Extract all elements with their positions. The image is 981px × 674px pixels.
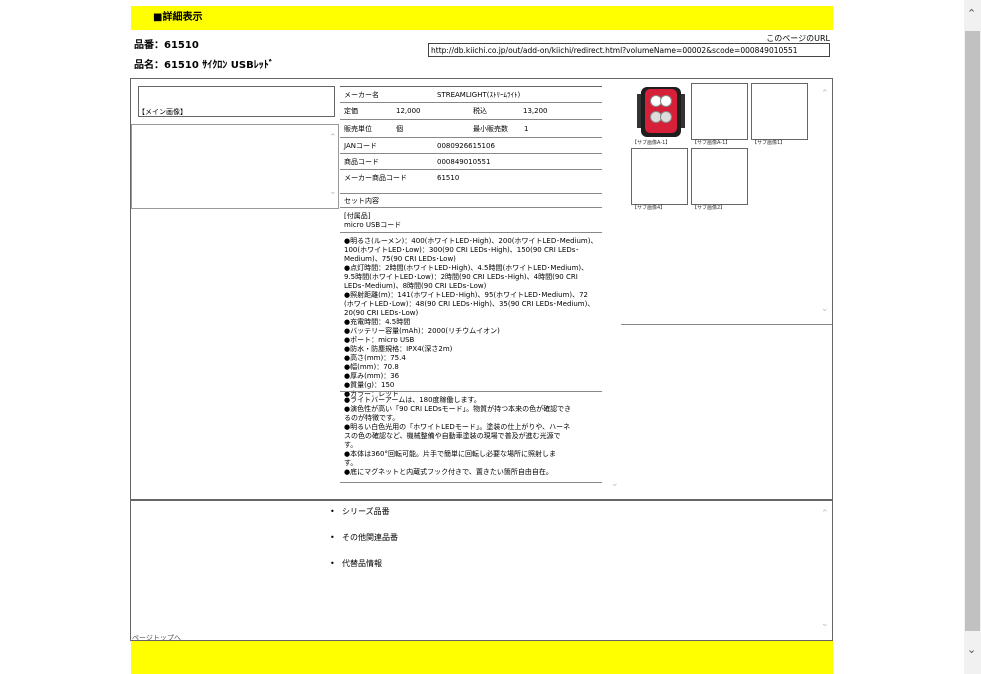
jan-value: 0080926615106 <box>437 142 495 150</box>
scrollbar-thumb[interactable] <box>965 31 980 631</box>
footer-bar <box>131 641 833 674</box>
spec-line: (ホワイトLED･Low)：48(90 CRI LEDs･High)、35(90… <box>344 300 595 308</box>
accessory-line-2: micro USBコード <box>344 221 402 229</box>
price-label: 定価 <box>344 107 358 115</box>
scroll-up-icon[interactable]: ⌃ <box>967 8 976 19</box>
spec-line: ●防水・防塵規格：IPX4(深さ2m) <box>344 345 453 353</box>
spec-line: ●照射距離(m)：141(ホワイトLED･High)、95(ホワイトLED･Me… <box>344 291 588 299</box>
product-number: 品番：61510 <box>134 40 199 51</box>
code-row: 商品コード 000849010551 <box>344 158 602 167</box>
unit-label: 販売単位 <box>344 125 372 133</box>
sub-image-1[interactable] <box>631 83 688 140</box>
spec-line: ●高さ(mm)：75.4 <box>344 354 406 362</box>
feature-line: す。 <box>344 441 358 449</box>
jan-row: JANコード 0080926615106 <box>344 142 602 151</box>
spec-line: ●点灯時間：2時間(ホワイトLED･High)、4.5時間(ホワイトLED･Me… <box>344 264 589 272</box>
series-link[interactable]: シリーズ品番 <box>330 507 398 517</box>
scroll-down-icon[interactable]: ⌄ <box>967 644 976 655</box>
maker-code-value: 61510 <box>437 174 460 182</box>
min-value: 1 <box>524 125 529 133</box>
tax-label: 税込 <box>473 107 487 115</box>
chevron-up-icon[interactable]: ⌃ <box>821 510 829 519</box>
main-image-frame <box>131 124 339 209</box>
feature-line: ●演色性が高い「90 CRI LEDsモード」。物質が持つ本来の色が確認でき <box>344 405 572 413</box>
chevron-up-icon[interactable]: ⌃ <box>329 134 337 143</box>
sub-image-5[interactable] <box>691 148 748 205</box>
page-url-field[interactable] <box>428 43 830 57</box>
sub-image-3-label: 【サブ画像1】 <box>752 140 786 146</box>
feature-line: ●ライトバーアームは、180度稼働します。 <box>344 396 481 404</box>
price-value: 12,000 <box>396 107 421 115</box>
feature-line: スの色の確認など、機械整備や自動車塗装の現場で普及が進む光源で <box>344 432 561 440</box>
spec-line: ●ポート：micro USB <box>344 336 415 344</box>
sub-image-5-label: 【サブ画像2】 <box>692 205 726 211</box>
spec-line: 100(ホワイトLED･Low)：300(90 CRI LEDs･High)、1… <box>344 246 579 254</box>
sub-image-4-label: 【サブ画像4】 <box>632 205 666 211</box>
sub-image-1-label: 【サブ画像A-1】 <box>632 140 671 146</box>
sub-image-3[interactable] <box>751 83 808 140</box>
spec-lines: ●明るさ(ルーメン)：400(ホワイトLED･High)、200(ホワイトLED… <box>344 237 606 399</box>
chevron-down-icon[interactable]: ⌄ <box>821 620 829 629</box>
chevron-down-icon[interactable]: ⌄ <box>821 305 829 314</box>
feature-line: ●本体は360°回転可能。片手で簡単に回転し必要な場所に照射しま <box>344 450 556 458</box>
chevron-down-icon[interactable]: ⌄ <box>329 188 337 197</box>
tax-value: 13,200 <box>523 107 548 115</box>
maker-value: STREAMLIGHT(ｽﾄﾘｰﾑﾗｲﾄ) <box>437 91 521 99</box>
main-image-label: 【メイン画像】 <box>138 108 187 116</box>
maker-label: メーカー名 <box>344 91 379 99</box>
spec-line: 9.5時間(ホワイトLED･Low)：2時間(90 CRI LEDs･High)… <box>344 273 578 281</box>
spec-line: ●バッテリー容量(mAh)：2000(リチウムイオン) <box>344 327 500 335</box>
accessory-line-1: [付属品] <box>344 212 371 220</box>
chevron-down-icon[interactable]: ⌄ <box>611 480 619 489</box>
sub-image-2-label: 【サブ画像A-1】 <box>692 140 731 146</box>
maker-code-label: メーカー商品コード <box>344 174 407 182</box>
code-label: 商品コード <box>344 158 379 166</box>
product-name: 品名：61510 ｻｲｸﾛﾝ USBﾚｯﾄﾞ <box>134 60 274 71</box>
spec-line: ●明るさ(ルーメン)：400(ホワイトLED･High)、200(ホワイトLED… <box>344 237 598 245</box>
spec-line: ●厚み(mm)：36 <box>344 372 400 380</box>
feature-line: ●明るい白色光用の「ホワイトLEDモード」。塗装の仕上がりや、ハーネ <box>344 423 571 431</box>
alternative-products-link[interactable]: 代替品情報 <box>330 559 398 569</box>
unit-row: 販売単位 個 最小販売数 1 <box>344 125 602 134</box>
unit-value: 個 <box>396 125 403 133</box>
spec-line: ●幅(mm)：70.8 <box>344 363 399 371</box>
code-value: 000849010551 <box>437 158 491 166</box>
related-links-panel <box>130 500 833 641</box>
page-title: ■詳細表示 <box>153 12 203 23</box>
min-label: 最小販売数 <box>473 125 508 133</box>
header-bar: ■詳細表示 <box>131 6 833 30</box>
maker-code-row: メーカー商品コード 61510 <box>344 174 602 183</box>
window-scrollbar[interactable]: ⌃ ⌄ <box>964 0 981 674</box>
jan-label: JANコード <box>344 142 377 150</box>
set-label: セット内容 <box>344 197 379 205</box>
spec-line: ●質量(g)：150 <box>344 381 395 389</box>
spec-line: 20(90 CRI LEDs･Low) <box>344 309 419 317</box>
feature-line: ●底にマグネットと内蔵式フック付きで、置きたい箇所自由自在。 <box>344 468 553 476</box>
flashlight-product-image <box>637 87 685 137</box>
feature-line: す。 <box>344 459 358 467</box>
spec-line: Medium)、75(90 CRI LEDs･Low) <box>344 255 456 263</box>
sub-image-4[interactable] <box>631 148 688 205</box>
chevron-up-icon[interactable]: ⌃ <box>821 90 829 99</box>
feature-lines: ●ライトバーアームは、180度稼働します。 ●演色性が高い「90 CRI LED… <box>344 396 606 477</box>
maker-row: メーカー名 STREAMLIGHT(ｽﾄﾘｰﾑﾗｲﾄ) <box>344 91 602 100</box>
sub-image-2[interactable] <box>691 83 748 140</box>
spec-line: LEDs･Medium)、8時間(90 CRI LEDs･Low) <box>344 282 487 290</box>
related-links-list: シリーズ品番 その他関連品番 代替品情報 <box>330 507 398 585</box>
spec-line: ●充電時間：4.5時間 <box>344 318 411 326</box>
related-products-link[interactable]: その他関連品番 <box>330 533 398 543</box>
price-row: 定価 12,000 税込 13,200 <box>344 107 602 116</box>
feature-line: るのが特徴です。 <box>344 414 400 422</box>
